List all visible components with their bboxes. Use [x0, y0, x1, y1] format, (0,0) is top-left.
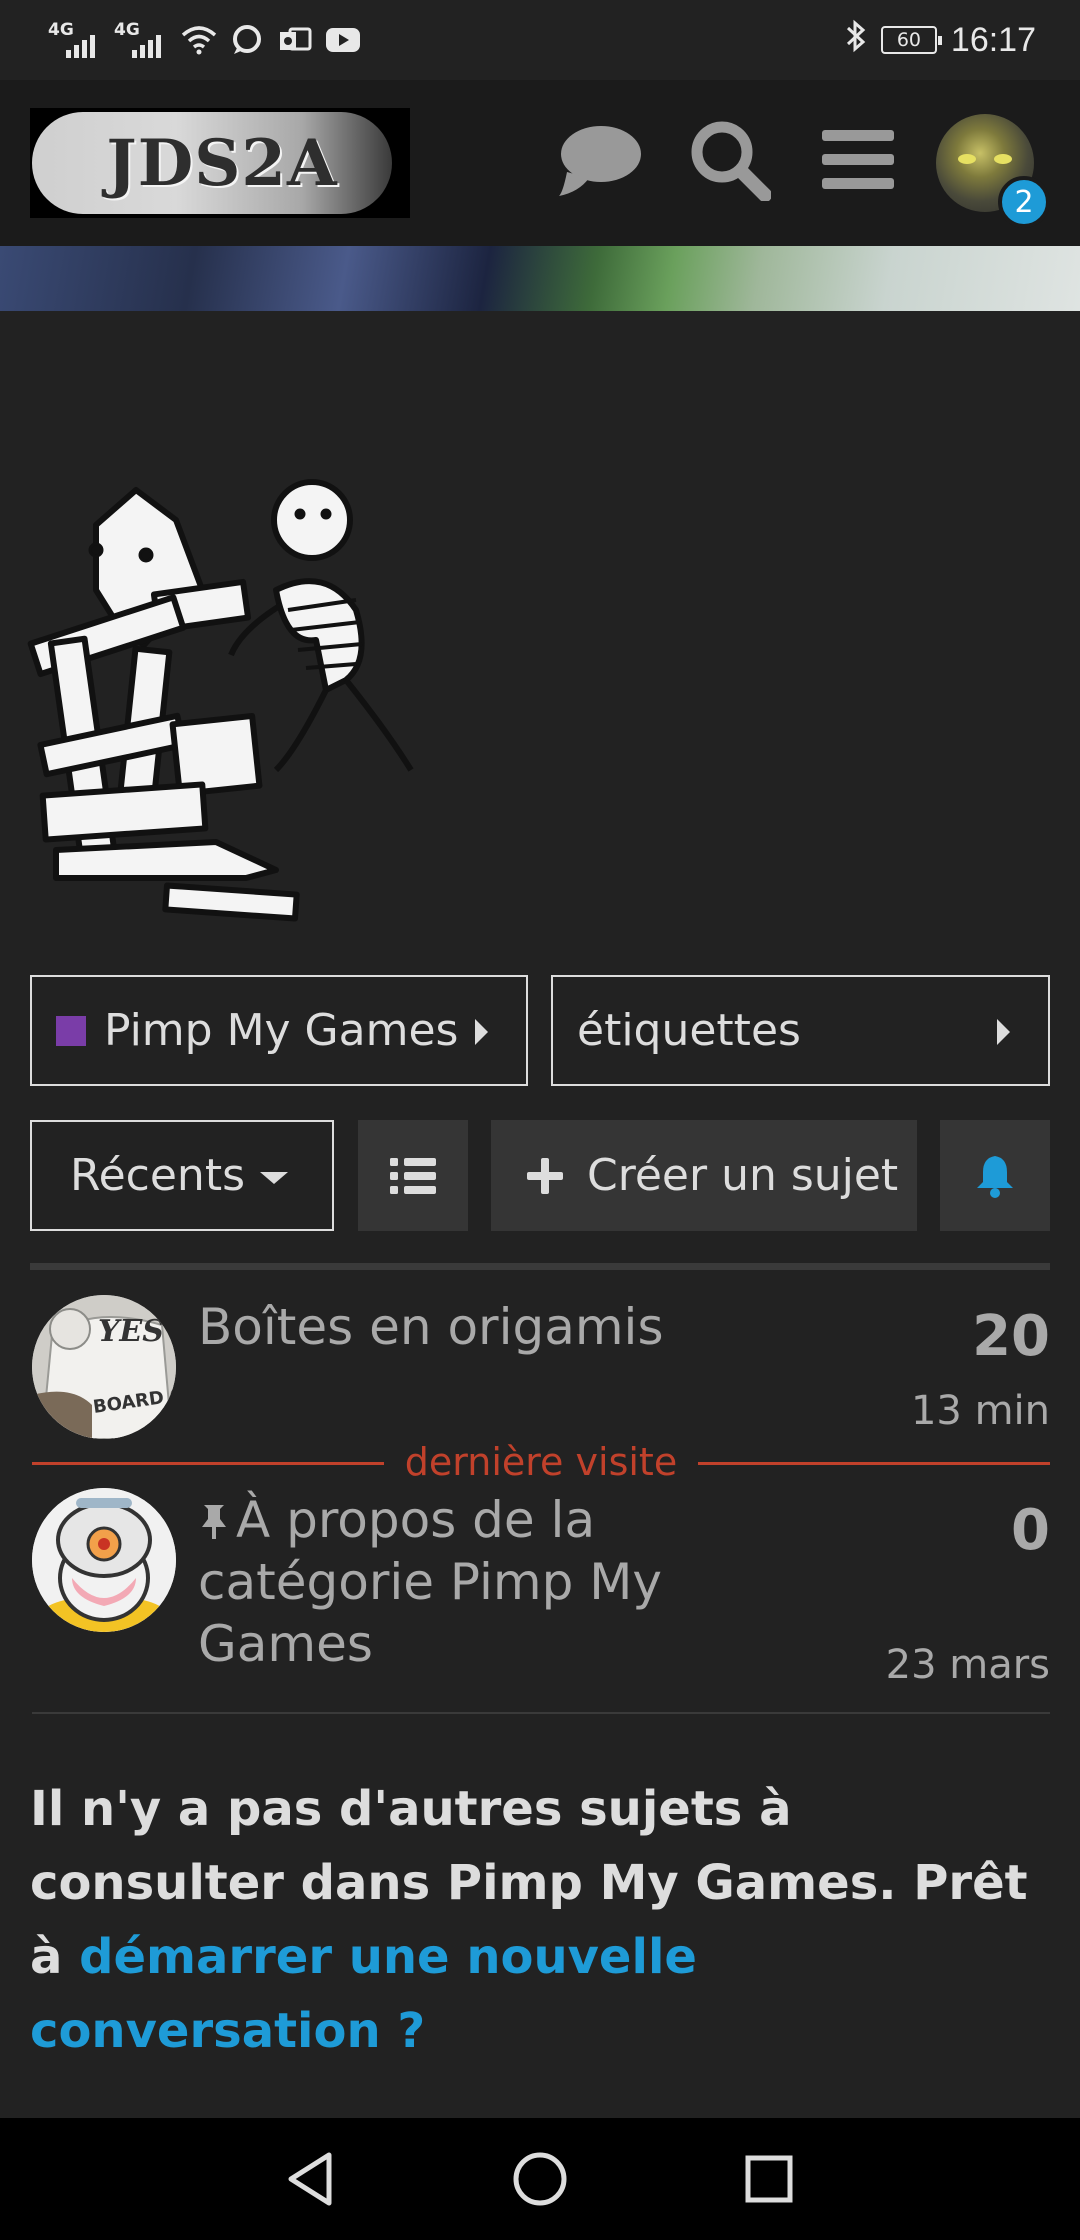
- topic-title-text[interactable]: Boîtes en origamis: [198, 1298, 664, 1356]
- chat-bubble-icon: [228, 21, 266, 59]
- create-topic-label: Créer un sujet: [587, 1150, 899, 1201]
- tags-dropdown[interactable]: étiquettes: [551, 975, 1050, 1086]
- outlook-icon: [276, 21, 314, 59]
- category-color-swatch: [56, 1015, 86, 1046]
- logo-text: JDS2A: [106, 125, 338, 201]
- view-toggle-button[interactable]: [358, 1120, 468, 1231]
- search-button[interactable]: [680, 110, 780, 210]
- plus-icon: [527, 1157, 563, 1194]
- wifi-icon: [180, 21, 218, 59]
- chat-icon: [559, 126, 641, 196]
- signal-strength-2: 4G: [114, 20, 170, 60]
- status-bar: 4G 4G 60 16:17: [0, 0, 1080, 80]
- battery-indicator: 60: [880, 26, 942, 54]
- create-topic-button[interactable]: Créer un sujet: [491, 1120, 917, 1231]
- hamburger-menu-icon: [822, 130, 894, 189]
- menu-button[interactable]: [808, 110, 908, 210]
- sort-dropdown[interactable]: Récents: [30, 1120, 334, 1231]
- youtube-icon: [324, 21, 362, 59]
- last-visit-divider: dernière visite: [32, 1440, 1050, 1490]
- avatar-text-yes: YES: [98, 1314, 164, 1349]
- topic-title-text[interactable]: À propos de la catégorie Pimp My Games: [198, 1491, 662, 1673]
- topic-activity-time[interactable]: 13 min: [911, 1388, 1050, 1434]
- back-button[interactable]: [270, 2142, 350, 2216]
- category-logo-illustration: [26, 470, 426, 940]
- site-logo[interactable]: JDS2A: [30, 108, 410, 218]
- back-triangle-icon: [288, 2152, 332, 2206]
- status-right: 60 16:17: [845, 18, 1036, 62]
- last-visit-label: dernière visite: [404, 1440, 678, 1484]
- category-dropdown-label: Pimp My Games: [104, 1005, 459, 1056]
- topic-avatar[interactable]: [32, 1488, 176, 1632]
- home-circle-icon: [513, 2152, 567, 2206]
- topic-avatar[interactable]: YES BOARD GAME: [32, 1295, 176, 1439]
- bell-icon: [977, 1155, 1013, 1198]
- chat-button[interactable]: [551, 110, 651, 210]
- no-more-topics-message: Il n'y a pas d'autres sujets à consulter…: [30, 1772, 1050, 2068]
- recents-button[interactable]: [729, 2142, 809, 2216]
- notification-badge[interactable]: 2: [998, 176, 1050, 228]
- pin-icon: [202, 1505, 226, 1539]
- site-header: JDS2A 2: [0, 80, 1080, 246]
- signal-strength-1: 4G: [48, 20, 104, 60]
- search-icon: [691, 121, 771, 201]
- category-banner: [0, 246, 1080, 311]
- topic-title[interactable]: À propos de la catégorie Pimp My Games: [198, 1489, 838, 1675]
- topic-reply-count[interactable]: 0: [1011, 1498, 1050, 1563]
- system-navigation-bar: [0, 2118, 1080, 2240]
- bluetooth-icon: [845, 19, 867, 61]
- status-left: 4G 4G: [48, 18, 362, 62]
- category-dropdown[interactable]: Pimp My Games: [30, 975, 528, 1086]
- caret-down-icon: [260, 1172, 288, 1184]
- list-header-divider: [30, 1263, 1050, 1270]
- start-new-conversation-link[interactable]: démarrer une nouvelle conversation ?: [30, 1929, 697, 2059]
- topic-reply-count[interactable]: 20: [972, 1304, 1050, 1369]
- logo-pill: JDS2A: [32, 112, 392, 214]
- home-button[interactable]: [500, 2142, 580, 2216]
- tags-dropdown-label: étiquettes: [577, 1005, 801, 1056]
- caret-right-icon: [475, 1019, 488, 1045]
- clock: 16:17: [950, 20, 1036, 59]
- topic-activity-time[interactable]: 23 mars: [886, 1642, 1050, 1688]
- recents-square-icon: [745, 2155, 793, 2203]
- notification-level-button[interactable]: [940, 1120, 1050, 1231]
- list-icon: [390, 1157, 436, 1194]
- caret-right-icon: [997, 1019, 1010, 1045]
- topic-title[interactable]: Boîtes en origamis: [198, 1296, 838, 1358]
- sort-dropdown-label: Récents: [70, 1150, 245, 1201]
- list-footer-divider: [32, 1712, 1050, 1714]
